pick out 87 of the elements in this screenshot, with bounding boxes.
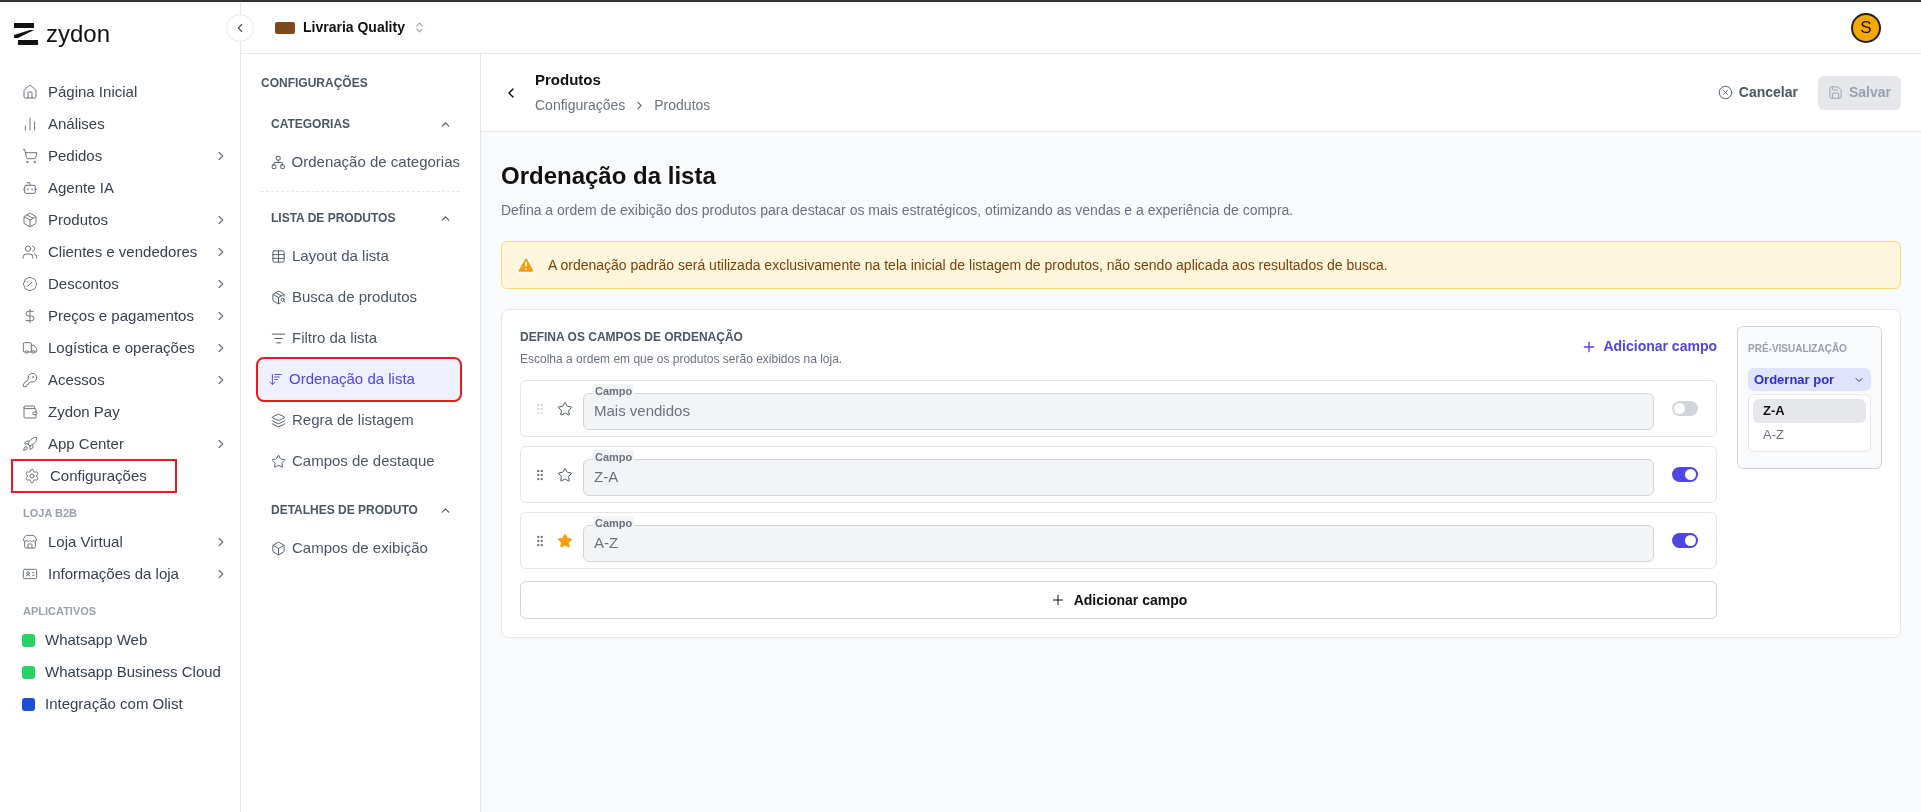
settings-item[interactable]: Regra de listagem — [261, 400, 460, 441]
nav-item[interactable]: Análises — [0, 108, 240, 140]
settings-item[interactable]: Campos de destaque — [261, 441, 460, 482]
bot-icon — [22, 180, 38, 196]
field-label: Campo — [593, 384, 635, 398]
toggle-switch[interactable] — [1672, 533, 1698, 548]
breadcrumb-item: Produtos — [654, 96, 711, 116]
logo-icon — [14, 23, 38, 45]
dropdown-option[interactable]: Z-A — [1753, 399, 1866, 423]
toggle-switch[interactable] — [1672, 467, 1698, 482]
key-icon — [22, 372, 38, 388]
box-icon — [271, 541, 286, 556]
store-icon — [22, 534, 38, 550]
nav-item[interactable]: Integração com Olist — [0, 688, 240, 720]
nav-item[interactable]: Produtos — [0, 204, 240, 236]
section-heading: LOJA B2B — [22, 505, 78, 521]
id-card-icon — [22, 566, 38, 582]
group-header[interactable]: CATEGORIAS — [261, 106, 460, 142]
rocket-icon — [22, 436, 38, 452]
nav-item[interactable]: Zydon Pay — [0, 396, 240, 428]
section-heading: APLICATIVOS — [22, 603, 98, 619]
settings-item[interactable]: Ordenação de categorias — [261, 142, 460, 183]
nav-item[interactable]: Agente IA — [0, 172, 240, 204]
star-icon[interactable] — [557, 532, 573, 549]
settings-item[interactable]: Layout da lista — [261, 236, 460, 277]
nav-item[interactable]: Pedidos — [0, 140, 240, 172]
group-header[interactable]: LISTA DE PRODUTOS — [261, 200, 460, 236]
star-icon[interactable] — [557, 466, 573, 483]
settings-item[interactable]: Busca de produtos — [261, 277, 460, 318]
nav-item[interactable]: Preços e pagamentos — [0, 300, 240, 332]
breadcrumb-item[interactable]: Configurações — [535, 95, 626, 117]
package-icon — [22, 212, 38, 228]
card-subheading: Escolha a ordem em que os produtos serão exibidos na loja. — [520, 351, 843, 368]
star-icon — [271, 454, 286, 469]
nav-item[interactable]: Acessos — [0, 364, 240, 396]
bar-chart-icon — [22, 116, 38, 132]
add-field-link[interactable]: Adicionar campo — [1581, 336, 1717, 357]
truck-icon — [22, 340, 38, 356]
settings-item[interactable]: Filtro da lista — [261, 318, 460, 359]
settings-icon — [24, 468, 40, 484]
page-title: Ordenação da lista — [501, 161, 717, 191]
nav-item[interactable]: Whatsapp Web — [0, 624, 240, 656]
toggle-switch[interactable] — [1672, 401, 1698, 416]
nav-item[interactable]: Loja Virtual — [0, 526, 240, 558]
warning-text: A ordenação padrão será utilizada exclusivamente na tela inicial de listagem de produtos, não sendo aplicada aos resultados de busca. — [548, 255, 1388, 275]
home-icon — [22, 84, 38, 100]
card-heading: DEFINA OS CAMPOS DE ORDENAÇÃO — [520, 328, 744, 346]
grid-icon — [271, 249, 286, 264]
settings-item[interactable]: Campos de exibição — [261, 528, 460, 569]
warning-icon — [516, 255, 536, 275]
cart-icon — [22, 148, 38, 164]
package-search-icon — [271, 290, 286, 305]
nav-item[interactable]: Informações da loja — [0, 558, 240, 590]
filter-icon — [271, 331, 286, 346]
hierarchy-icon — [271, 155, 286, 170]
settings-item[interactable]: Ordenação da lista — [258, 359, 460, 400]
settings-title: CONFIGURAÇÕES — [261, 74, 369, 92]
dollar-icon — [22, 308, 38, 324]
field-label: Campo — [593, 450, 635, 464]
brand-name: zydon — [46, 19, 111, 49]
nav-item[interactable]: Whatsapp Business Cloud — [0, 656, 240, 688]
field-label: Campo — [593, 516, 635, 530]
store-name: Livraria Quality — [303, 18, 405, 37]
dropdown-option[interactable]: A-Z — [1753, 423, 1866, 447]
nav-item[interactable]: Página Inicial — [0, 76, 240, 108]
close-icon — [1717, 85, 1733, 100]
save-icon — [1827, 85, 1843, 100]
layers-icon — [271, 413, 286, 428]
nav-item[interactable]: Configurações — [12, 460, 176, 492]
sort-icon — [268, 372, 283, 387]
wallet-icon — [22, 404, 38, 420]
nav-item[interactable]: App Center — [0, 428, 240, 460]
cancel-button[interactable]: Cancelar — [1709, 75, 1806, 110]
nav-item[interactable]: Logística e operações — [0, 332, 240, 364]
nav-item[interactable]: Clientes e vendedores — [0, 236, 240, 268]
page-header-title: Produtos — [535, 69, 602, 90]
percent-badge-icon — [22, 276, 38, 292]
add-field-button[interactable]: Adicionar campo — [520, 581, 1717, 619]
store-logo-icon — [275, 21, 295, 34]
nav-item[interactable]: Descontos — [0, 268, 240, 300]
group-header[interactable]: DETALHES DE PRODUTO — [261, 492, 460, 528]
star-icon[interactable] — [557, 400, 573, 417]
sort-dropdown[interactable]: Ordernar por — [1748, 368, 1871, 391]
users-icon — [22, 244, 38, 260]
user-avatar[interactable]: S — [1851, 12, 1881, 43]
preview-title: PRÉ-VISUALIZAÇÃO — [1748, 341, 1848, 356]
page-description: Defina a ordem de exibição dos produtos para destacar os mais estratégicos, otimizando as vendas e a experiência de compra. — [501, 201, 1295, 220]
